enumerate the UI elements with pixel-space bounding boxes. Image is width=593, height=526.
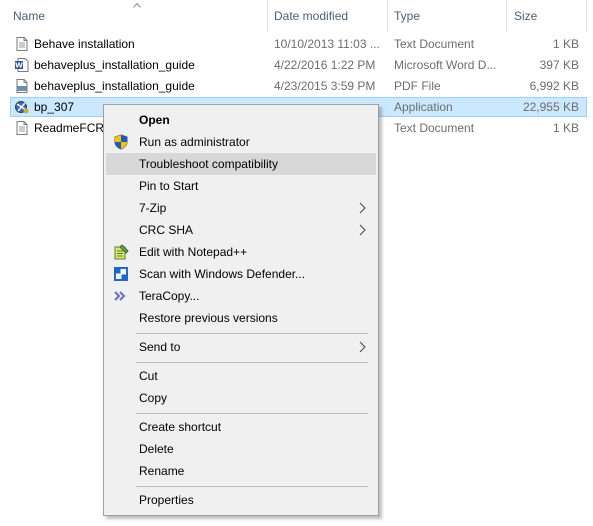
menu-separator	[136, 333, 368, 334]
menu-item-label: Edit with Notepad++	[139, 245, 248, 259]
menu-separator	[136, 413, 368, 414]
menu-item-label: Troubleshoot compatibility	[139, 157, 278, 171]
menu-item-crc-sha[interactable]: CRC SHA	[106, 219, 376, 241]
teracopy-icon	[114, 291, 126, 301]
windows-defender-icon	[114, 267, 128, 281]
text-document-icon	[16, 37, 28, 51]
file-type: Microsoft Word D...	[394, 58, 497, 72]
pdf-file-icon	[16, 79, 28, 93]
file-date: 10/10/2013 11:03 ...	[274, 37, 380, 51]
menu-item-label: Pin to Start	[139, 179, 199, 193]
menu-item-label: Run as administrator	[139, 135, 250, 149]
menu-item-label: 7-Zip	[139, 201, 167, 215]
notepad-plus-plus-icon	[114, 244, 129, 260]
menu-item-properties[interactable]: Properties	[106, 489, 376, 511]
menu-item-teracopy[interactable]: TeraCopy...	[106, 285, 376, 307]
file-size: 22,955 KB	[522, 100, 579, 114]
menu-item-troubleshoot-compatibility[interactable]: Troubleshoot compatibility	[106, 153, 376, 175]
text-document-icon	[16, 121, 28, 135]
menu-item-label: Delete	[139, 442, 174, 456]
menu-item-edit-with-notepad-plus-plus[interactable]: Edit with Notepad++	[106, 241, 376, 263]
application-icon	[15, 101, 29, 114]
column-divider[interactable]	[506, 0, 507, 32]
menu-item-label: Send to	[139, 340, 181, 354]
file-size: 1 KB	[552, 37, 579, 51]
menu-item-copy[interactable]: Copy	[106, 387, 376, 409]
menu-item-cut[interactable]: Cut	[106, 365, 376, 387]
file-date: 4/23/2015 3:59 PM	[274, 79, 376, 93]
submenu-arrow-icon	[359, 202, 366, 214]
context-menu: Open Run as administrator Troubleshoot c…	[103, 104, 379, 516]
menu-item-label: Scan with Windows Defender...	[139, 267, 306, 281]
menu-item-create-shortcut[interactable]: Create shortcut	[106, 416, 376, 438]
file-row[interactable]: W behaveplus_installation_guide 4/22/201…	[0, 55, 587, 76]
svg-text:W: W	[15, 62, 23, 70]
file-name: Behave installation	[34, 37, 135, 51]
menu-item-label: Properties	[139, 493, 194, 507]
file-name: behaveplus_installation_guide	[34, 79, 195, 93]
file-type: Text Document	[394, 37, 475, 51]
column-divider[interactable]	[267, 0, 268, 32]
column-divider[interactable]	[387, 0, 388, 32]
menu-separator	[136, 362, 368, 363]
file-size: 397 KB	[539, 58, 579, 72]
submenu-arrow-icon	[359, 224, 366, 236]
column-header: Name Date modified Type Size	[0, 0, 593, 32]
menu-item-restore-previous-versions[interactable]: Restore previous versions	[106, 307, 376, 329]
column-size[interactable]: Size	[514, 0, 537, 32]
column-name[interactable]: Name	[13, 0, 45, 32]
file-size: 1 KB	[552, 121, 579, 135]
menu-item-rename[interactable]: Rename	[106, 460, 376, 482]
menu-item-label: Rename	[139, 464, 185, 478]
menu-item-run-as-administrator[interactable]: Run as administrator	[106, 131, 376, 153]
menu-item-open[interactable]: Open	[106, 109, 376, 131]
file-row[interactable]: Behave installation 10/10/2013 11:03 ...…	[0, 34, 587, 55]
file-date: 4/22/2016 1:22 PM	[274, 58, 376, 72]
menu-item-label: Open	[139, 113, 170, 127]
menu-item-label: Copy	[139, 391, 168, 405]
column-divider[interactable]	[586, 0, 587, 32]
menu-item-send-to[interactable]: Send to	[106, 336, 376, 358]
column-type[interactable]: Type	[394, 0, 420, 32]
file-type: Text Document	[394, 121, 475, 135]
uac-shield-icon	[114, 134, 128, 150]
menu-item-scan-with-windows-defender[interactable]: Scan with Windows Defender...	[106, 263, 376, 285]
sort-ascending-icon[interactable]	[133, 2, 141, 8]
menu-item-pin-to-start[interactable]: Pin to Start	[106, 175, 376, 197]
menu-item-label: CRC SHA	[139, 223, 194, 237]
file-row[interactable]: behaveplus_installation_guide 4/23/2015 …	[0, 76, 587, 97]
menu-item-label: TeraCopy...	[139, 289, 200, 303]
menu-separator	[136, 486, 368, 487]
menu-item-label: Restore previous versions	[139, 311, 278, 325]
submenu-arrow-icon	[359, 341, 366, 353]
file-type: PDF File	[394, 79, 441, 93]
file-size: 6,992 KB	[529, 79, 579, 93]
menu-item-label: Cut	[139, 369, 158, 383]
menu-item-7-zip[interactable]: 7-Zip	[106, 197, 376, 219]
word-document-icon: W	[15, 58, 29, 72]
menu-item-label: Create shortcut	[139, 420, 222, 434]
file-type: Application	[394, 100, 453, 114]
file-name: behaveplus_installation_guide	[34, 58, 195, 72]
column-date-modified[interactable]: Date modified	[274, 0, 348, 32]
menu-item-delete[interactable]: Delete	[106, 438, 376, 460]
